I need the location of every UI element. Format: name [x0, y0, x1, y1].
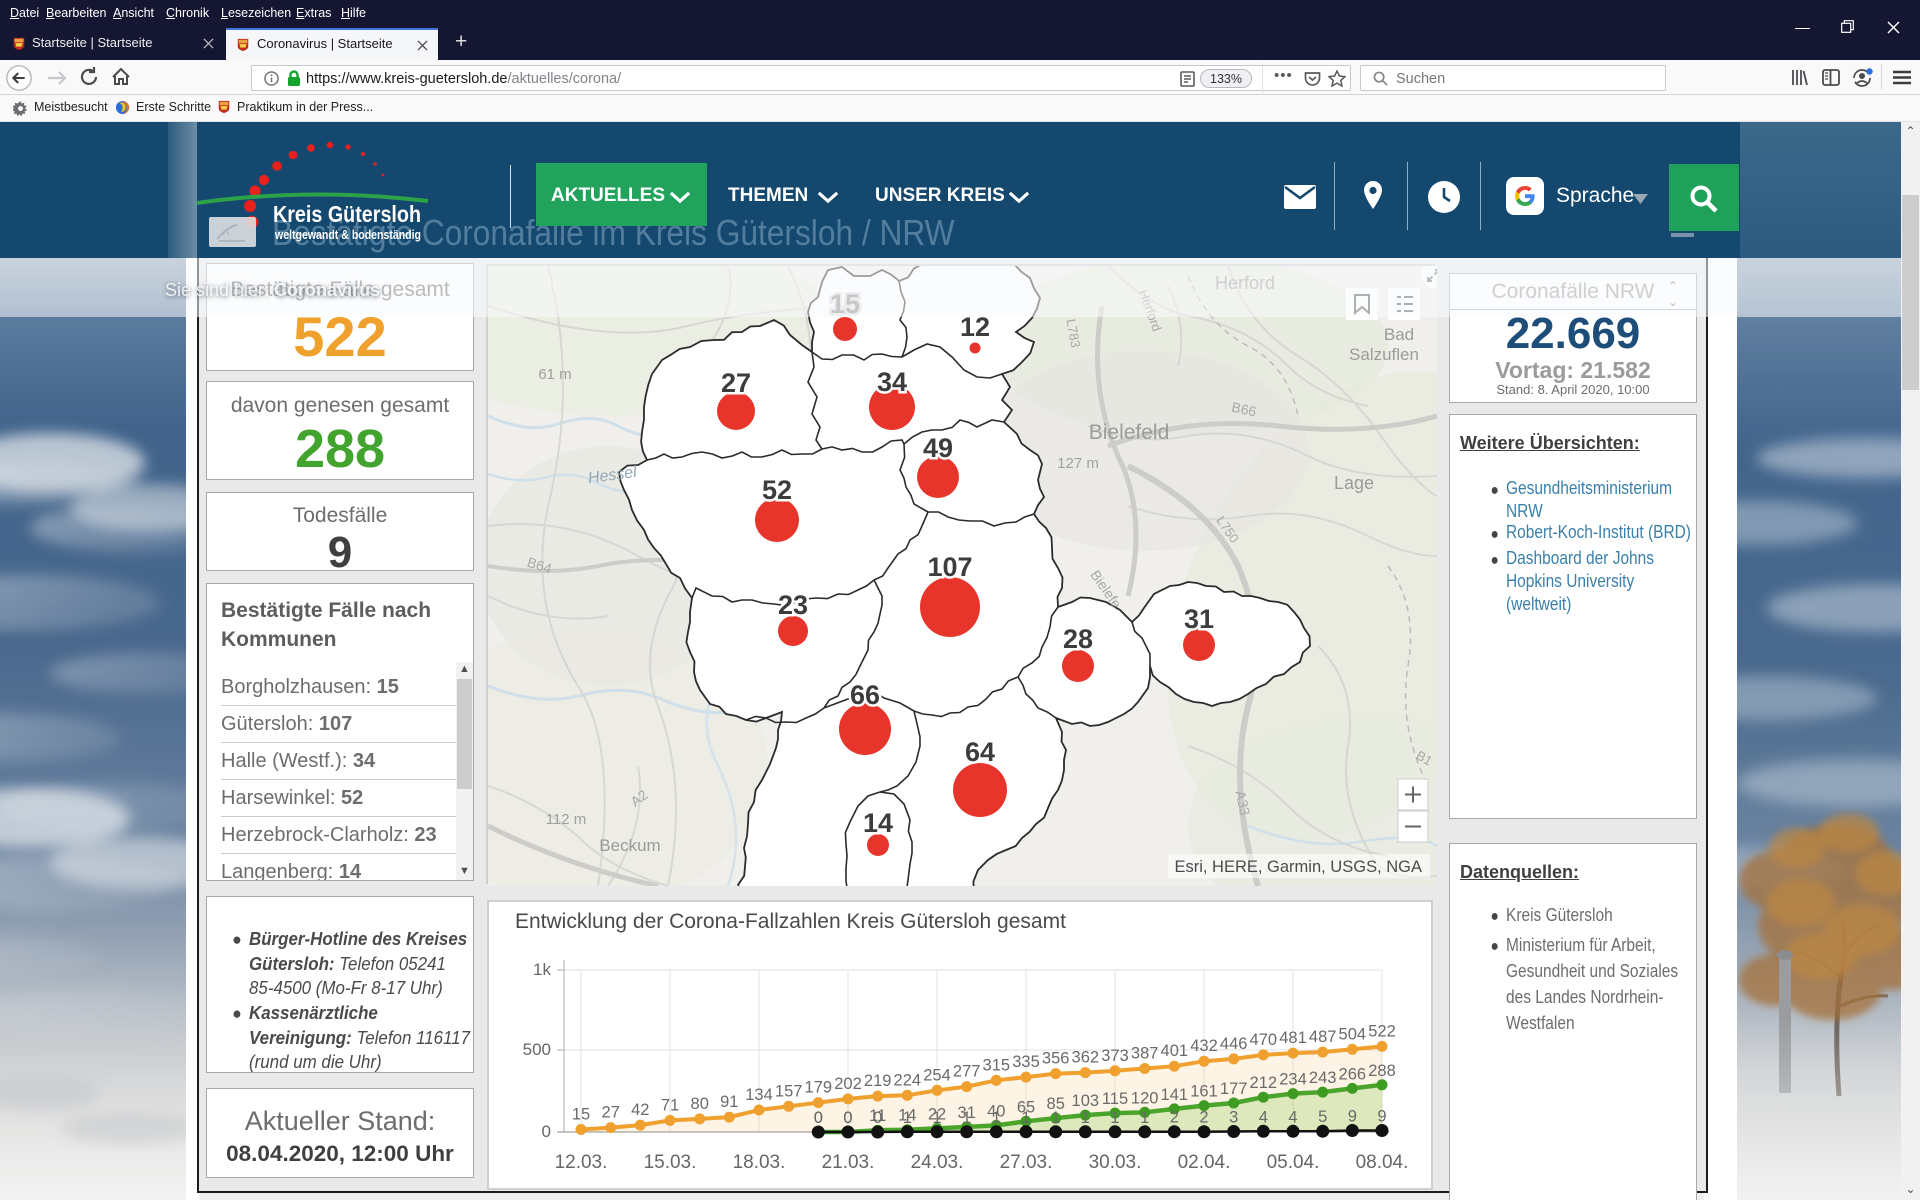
svg-text:315: 315: [983, 1056, 1011, 1074]
svg-text:481: 481: [1279, 1029, 1307, 1047]
svg-text:134: 134: [745, 1086, 773, 1104]
svg-text:52: 52: [762, 475, 792, 505]
svg-text:1: 1: [962, 1109, 971, 1127]
svg-text:115: 115: [1102, 1090, 1128, 1108]
svg-text:373: 373: [1101, 1047, 1129, 1065]
svg-text:1: 1: [1051, 1109, 1060, 1127]
svg-text:Lage: Lage: [1334, 473, 1374, 493]
svg-text:21.03.: 21.03.: [822, 1152, 875, 1173]
svg-text:27.03.: 27.03.: [1000, 1152, 1053, 1173]
svg-text:28: 28: [1063, 624, 1093, 654]
svg-text:179: 179: [805, 1079, 833, 1097]
svg-text:212: 212: [1250, 1074, 1278, 1092]
svg-text:4: 4: [1259, 1108, 1268, 1126]
svg-text:27: 27: [602, 1104, 620, 1122]
svg-text:224: 224: [894, 1071, 922, 1089]
svg-text:9: 9: [1348, 1108, 1357, 1126]
svg-text:49: 49: [923, 433, 953, 463]
svg-text:500: 500: [523, 1040, 551, 1059]
svg-text:91: 91: [720, 1093, 738, 1111]
svg-text:61 m: 61 m: [538, 366, 571, 383]
svg-text:335: 335: [1012, 1053, 1040, 1071]
svg-text:27: 27: [721, 368, 751, 398]
svg-text:266: 266: [1339, 1065, 1367, 1083]
svg-text:24.03.: 24.03.: [911, 1152, 964, 1173]
svg-text:157: 157: [775, 1082, 803, 1100]
svg-text:219: 219: [864, 1072, 892, 1090]
svg-text:107: 107: [927, 552, 972, 582]
svg-text:1: 1: [1140, 1109, 1149, 1127]
svg-text:112 m: 112 m: [546, 811, 587, 828]
svg-text:64: 64: [965, 737, 995, 767]
svg-text:470: 470: [1250, 1031, 1278, 1049]
svg-text:42: 42: [631, 1101, 649, 1119]
svg-text:487: 487: [1309, 1028, 1337, 1046]
svg-text:254: 254: [923, 1066, 951, 1084]
svg-text:weltgewandt & bodenständig: weltgewandt & bodenständig: [274, 227, 421, 242]
svg-text:15.03.: 15.03.: [644, 1152, 697, 1173]
svg-text:9: 9: [1377, 1108, 1386, 1126]
svg-text:5: 5: [1318, 1108, 1327, 1126]
svg-text:Bad: Bad: [1384, 325, 1414, 344]
svg-text:1: 1: [1081, 1109, 1090, 1127]
svg-text:2: 2: [1170, 1109, 1179, 1127]
svg-text:02.04.: 02.04.: [1178, 1152, 1231, 1173]
svg-text:08.04.: 08.04.: [1356, 1152, 1409, 1173]
svg-text:120: 120: [1131, 1089, 1159, 1107]
svg-text:1: 1: [1110, 1109, 1119, 1127]
svg-text:161: 161: [1190, 1083, 1218, 1101]
svg-text:Beckum: Beckum: [599, 836, 660, 855]
svg-text:15: 15: [572, 1106, 590, 1124]
svg-text:103: 103: [1072, 1092, 1100, 1110]
svg-text:202: 202: [834, 1075, 862, 1093]
svg-text:234: 234: [1279, 1071, 1307, 1089]
svg-text:401: 401: [1161, 1042, 1189, 1060]
svg-text:23: 23: [778, 590, 808, 620]
svg-text:0: 0: [873, 1109, 882, 1127]
svg-text:2: 2: [1199, 1109, 1208, 1127]
svg-text:71: 71: [661, 1096, 679, 1114]
svg-text:243: 243: [1309, 1069, 1337, 1087]
svg-text:30.03.: 30.03.: [1089, 1152, 1142, 1173]
svg-text:14: 14: [863, 808, 893, 838]
svg-text:3: 3: [1229, 1109, 1238, 1127]
svg-text:522: 522: [1368, 1022, 1396, 1040]
svg-text:141: 141: [1161, 1086, 1189, 1104]
svg-text:66: 66: [850, 680, 880, 710]
svg-text:432: 432: [1190, 1037, 1218, 1055]
svg-text:31: 31: [1184, 604, 1214, 634]
svg-text:Bielefeld: Bielefeld: [1089, 421, 1170, 444]
svg-text:1k: 1k: [533, 960, 551, 979]
svg-text:18.03.: 18.03.: [733, 1152, 786, 1173]
svg-text:356: 356: [1042, 1050, 1070, 1068]
svg-text:0: 0: [843, 1109, 852, 1127]
svg-text:34: 34: [877, 367, 907, 397]
svg-text:1: 1: [1021, 1109, 1030, 1127]
svg-text:Kreis Gütersloh: Kreis Gütersloh: [273, 201, 421, 227]
svg-text:0: 0: [542, 1122, 551, 1141]
svg-text:12.03.: 12.03.: [555, 1152, 608, 1173]
svg-text:446: 446: [1220, 1035, 1248, 1053]
svg-text:177: 177: [1220, 1080, 1248, 1098]
svg-text:80: 80: [691, 1095, 709, 1113]
svg-text:Salzuflen: Salzuflen: [1349, 345, 1419, 364]
svg-text:05.04.: 05.04.: [1267, 1152, 1320, 1173]
svg-text:288: 288: [1368, 1062, 1396, 1080]
svg-text:362: 362: [1072, 1049, 1100, 1067]
svg-text:4: 4: [1288, 1108, 1297, 1126]
svg-text:1: 1: [992, 1109, 1001, 1127]
svg-text:1: 1: [903, 1109, 912, 1127]
svg-text:504: 504: [1339, 1025, 1367, 1043]
svg-text:387: 387: [1131, 1045, 1159, 1063]
svg-text:127 m: 127 m: [1057, 455, 1099, 472]
svg-text:Esri, HERE, Garmin, USGS, NGA: Esri, HERE, Garmin, USGS, NGA: [1174, 858, 1422, 876]
svg-text:277: 277: [953, 1063, 981, 1081]
svg-text:1: 1: [932, 1109, 941, 1127]
svg-text:0: 0: [814, 1109, 823, 1127]
